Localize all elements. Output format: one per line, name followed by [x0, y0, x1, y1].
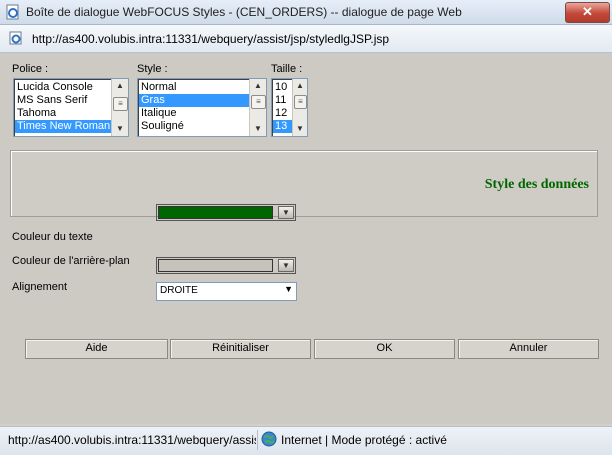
reset-button[interactable]: Réinitialiser — [170, 339, 311, 359]
list-item[interactable]: 11 — [273, 94, 292, 107]
dropdown-arrow-icon[interactable]: ▼ — [278, 259, 294, 272]
list-item[interactable]: Souligné — [139, 120, 249, 133]
background-color-label: Couleur de l'arrière-plan — [12, 255, 130, 267]
globe-icon — [261, 431, 277, 447]
scroll-up-icon[interactable]: ▲ — [112, 80, 128, 92]
vertical-scrollbar[interactable]: ▲ ≡ ▼ — [249, 79, 266, 136]
window-title: Boîte de dialogue WebFOCUS Styles - (CEN… — [26, 5, 462, 19]
text-color-label: Couleur du texte — [12, 231, 93, 243]
list-item[interactable]: Lucida Console — [15, 81, 111, 94]
cancel-button[interactable]: Annuler — [458, 339, 599, 359]
background-color-picker[interactable]: ▼ — [156, 257, 296, 274]
list-item-selected[interactable]: Gras — [139, 94, 249, 107]
list-item[interactable]: 10 — [273, 81, 292, 94]
list-item[interactable]: Normal — [139, 81, 249, 94]
scroll-thumb[interactable]: ≡ — [113, 97, 128, 111]
style-label: Style : — [137, 63, 168, 75]
list-item-selected[interactable]: 13 — [273, 120, 292, 133]
list-item-selected[interactable]: Times New Roman — [15, 120, 111, 133]
background-color-swatch[interactable] — [158, 259, 273, 272]
police-listbox[interactable]: Lucida Console MS Sans Serif Tahoma Time… — [13, 78, 129, 137]
style-preview-text: Style des données — [484, 177, 589, 192]
style-listbox[interactable]: Normal Gras Italique Souligné ▲ ≡ ▼ — [137, 78, 267, 137]
status-url: http://as400.volubis.intra:11331/webquer… — [8, 433, 256, 447]
scroll-down-icon[interactable]: ▼ — [112, 123, 128, 135]
close-icon: ✕ — [582, 4, 593, 19]
address-bar: http://as400.volubis.intra:11331/webquer… — [0, 25, 612, 53]
police-label: Police : — [12, 63, 49, 75]
scroll-up-icon[interactable]: ▲ — [250, 80, 266, 92]
text-color-swatch[interactable] — [158, 206, 273, 219]
vertical-scrollbar[interactable]: ▲ ≡ ▼ — [111, 79, 128, 136]
list-item[interactable]: 12 — [273, 107, 292, 120]
scroll-thumb[interactable]: ≡ — [251, 95, 266, 109]
status-bar: http://as400.volubis.intra:11331/webquer… — [0, 426, 612, 455]
scroll-up-icon[interactable]: ▲ — [293, 80, 307, 92]
title-bar: Boîte de dialogue WebFOCUS Styles - (CEN… — [0, 0, 612, 25]
chevron-down-icon[interactable]: ▼ — [284, 284, 293, 294]
ie-page-icon — [6, 4, 19, 20]
vertical-scrollbar[interactable]: ▲ ≡ ▼ — [292, 79, 307, 136]
scroll-thumb[interactable]: ≡ — [294, 95, 307, 109]
style-preview-panel: Style des données — [10, 150, 598, 217]
alignment-label: Alignement — [12, 281, 68, 293]
taille-label: Taille : — [271, 63, 303, 75]
list-item[interactable]: Italique — [139, 107, 249, 120]
list-item[interactable]: Tahoma — [15, 107, 111, 120]
ie-page-icon — [9, 31, 22, 45]
dropdown-arrow-icon[interactable]: ▼ — [278, 206, 294, 219]
url-text: http://as400.volubis.intra:11331/webquer… — [32, 32, 390, 46]
text-color-picker[interactable]: ▼ — [156, 204, 296, 221]
alignment-value: DROITE — [160, 285, 198, 296]
security-zone-text: Internet | Mode protégé : activé — [281, 433, 447, 447]
taille-listbox[interactable]: 10 11 12 13 ▲ ≡ ▼ — [271, 78, 308, 137]
dialog-content: Police : Style : Taille : Lucida Console… — [0, 53, 612, 424]
close-button[interactable]: ✕ — [565, 2, 610, 23]
scroll-down-icon[interactable]: ▼ — [293, 123, 307, 135]
alignment-select[interactable]: DROITE ▼ — [156, 282, 297, 301]
help-button[interactable]: Aide — [25, 339, 168, 359]
status-divider — [257, 430, 258, 450]
scroll-down-icon[interactable]: ▼ — [250, 123, 266, 135]
ok-button[interactable]: OK — [314, 339, 455, 359]
list-item[interactable]: MS Sans Serif — [15, 94, 111, 107]
